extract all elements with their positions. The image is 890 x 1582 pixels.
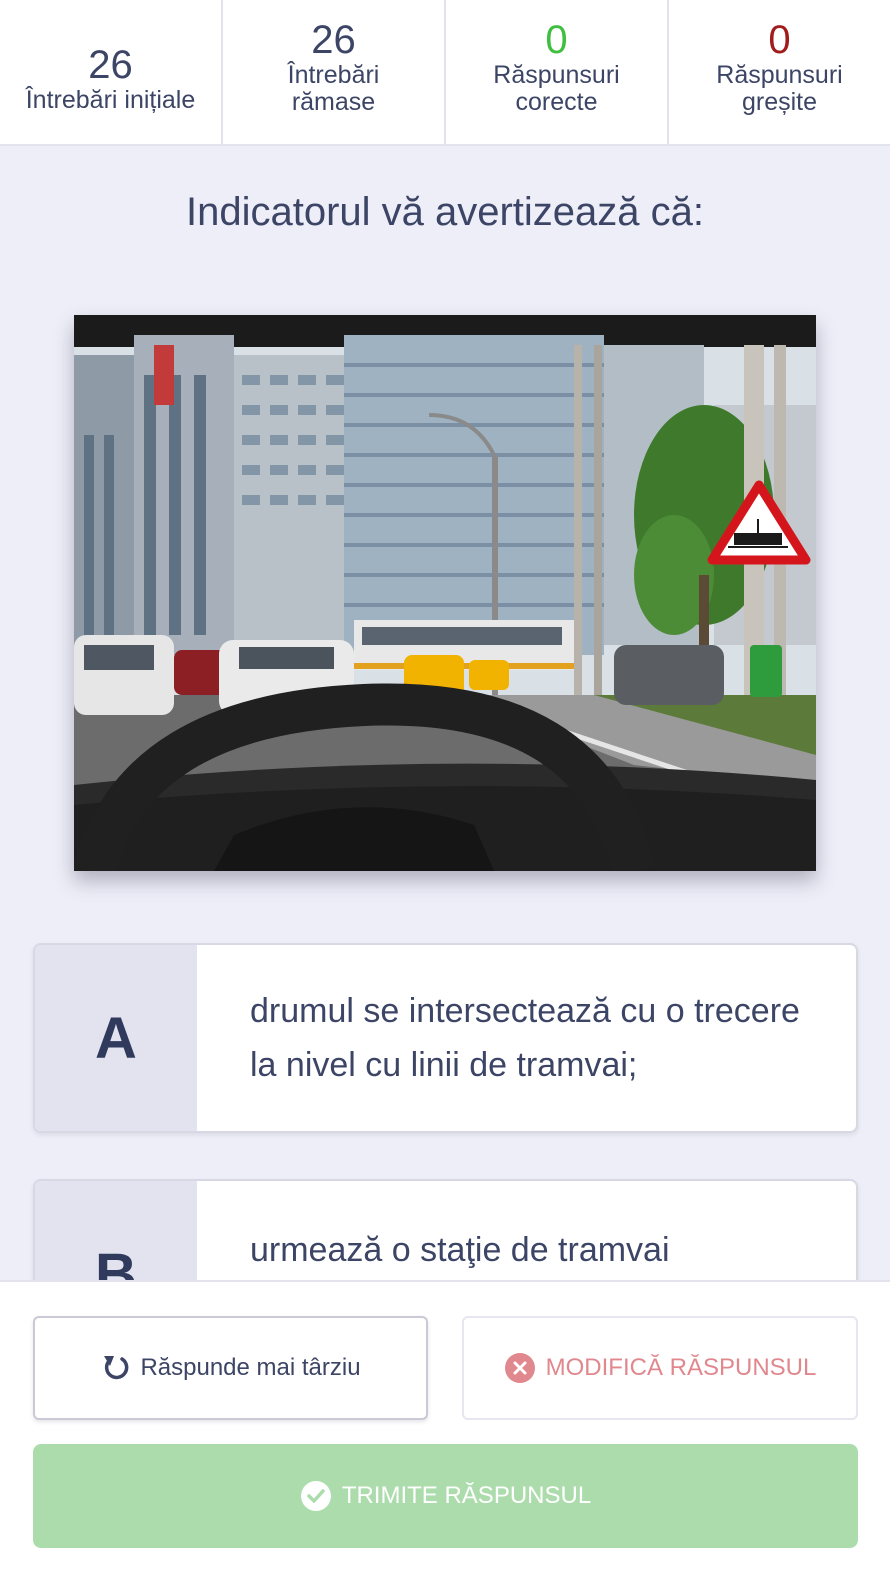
check-circle-icon: [300, 1480, 332, 1512]
modify-answer-button[interactable]: MODIFICĂ RĂSPUNSUL: [462, 1316, 858, 1420]
stat-correct-value: 0: [545, 18, 568, 62]
stat-remaining-value: 26: [311, 18, 356, 62]
stat-correct-label-2: corecte: [515, 88, 598, 116]
answer-option-a[interactable]: A drumul se intersectează cu o trecere l…: [33, 943, 858, 1133]
answer-text-b: urmează o staţie de tramvai: [250, 1231, 670, 1269]
action-bar: Răspunde mai târziu MODIFICĂ RĂSPUNSUL T…: [0, 1280, 890, 1582]
stat-wrong-value: 0: [768, 18, 791, 62]
answer-text-a: drumul se intersectează cu o trecere la …: [250, 992, 800, 1084]
stat-remaining-questions: 26 Întrebări rămase: [223, 0, 446, 144]
stat-initial-value: 26: [88, 42, 133, 87]
stat-correct-label-1: Răspunsuri: [493, 61, 620, 89]
stat-wrong-label-1: Răspunsuri: [716, 61, 843, 89]
stats-bar: 26 Întrebări inițiale 26 Întrebări rămas…: [0, 0, 890, 146]
submit-answer-button[interactable]: TRIMITE RĂSPUNSUL: [33, 1444, 858, 1548]
stat-remaining-label-2: rămase: [291, 88, 376, 116]
refresh-icon: [100, 1352, 132, 1384]
stat-initial-label: Întrebări inițiale: [25, 85, 196, 114]
close-circle-icon: [504, 1352, 536, 1384]
stat-correct-answers: 0 Răspunsuri corecte: [446, 0, 669, 144]
stat-wrong-answers: 0 Răspunsuri greșite: [669, 0, 890, 144]
question-text: Indicatorul vă avertizează că:: [185, 190, 705, 234]
answer-letter-a: A: [35, 945, 197, 1131]
submit-answer-label: TRIMITE RĂSPUNSUL: [341, 1482, 592, 1509]
modify-answer-label: MODIFICĂ RĂSPUNSUL: [545, 1354, 817, 1381]
question-image: [74, 315, 816, 871]
stat-initial-questions: 26 Întrebări inițiale: [0, 0, 223, 144]
answer-later-button[interactable]: Răspunde mai târziu: [33, 1316, 428, 1420]
stat-remaining-label-1: Întrebări: [287, 61, 380, 89]
stat-wrong-label-2: greșite: [741, 88, 818, 116]
answer-later-label: Răspunde mai târziu: [140, 1354, 361, 1381]
